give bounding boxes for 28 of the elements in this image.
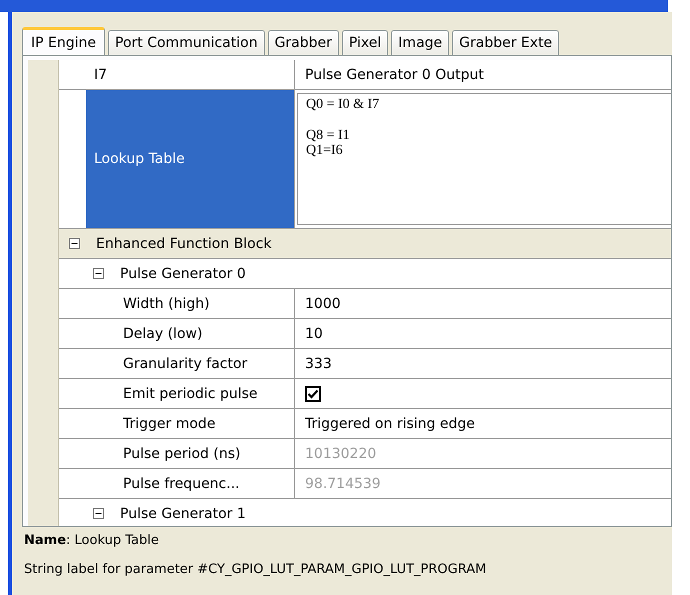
property-name[interactable]: Emit periodic pulse [113,379,294,408]
category-label: Pulse Generator 1 [120,506,246,522]
property-value[interactable]: Triggered on rising edge [305,416,475,432]
tab[interactable]: Grabber Exte [452,30,560,55]
description-text: String label for parameter #CY_GPIO_LUT_PARAM_GPIO_LUT_PROGRAM [24,562,488,577]
category-label: Pulse Generator 0 [120,266,246,282]
property-name[interactable]: Width (high) [113,289,294,318]
tab[interactable]: Grabber [268,30,339,55]
property-value[interactable]: 10 [305,326,323,342]
tab[interactable]: IP Engine [22,27,106,55]
description-title: Name: Lookup Table [24,533,160,548]
property-name[interactable]: Trigger mode [113,409,294,438]
checkbox[interactable] [305,386,321,402]
collapse-icon[interactable] [93,508,104,519]
category-label: Enhanced Function Block [96,236,272,252]
property-name[interactable]: Delay (low) [113,319,294,348]
property-name[interactable]: I7 [86,60,294,89]
property-value[interactable]: 1000 [305,296,341,312]
property-value[interactable]: Pulse Generator 0 Output [305,66,484,82]
collapse-icon[interactable] [93,268,104,279]
collapse-icon[interactable] [69,238,80,249]
property-value[interactable]: 333 [305,356,332,372]
lookup-table-field[interactable]: Q0 = I0 & I7 Q8 = I1 Q1=I6 [297,93,671,225]
tab[interactable]: Port Communication [108,30,265,55]
property-name[interactable]: Lookup Table [86,90,294,228]
tab[interactable]: Image [391,30,450,55]
tab[interactable]: Pixel [342,30,388,55]
property-name[interactable]: Granularity factor [113,349,294,378]
